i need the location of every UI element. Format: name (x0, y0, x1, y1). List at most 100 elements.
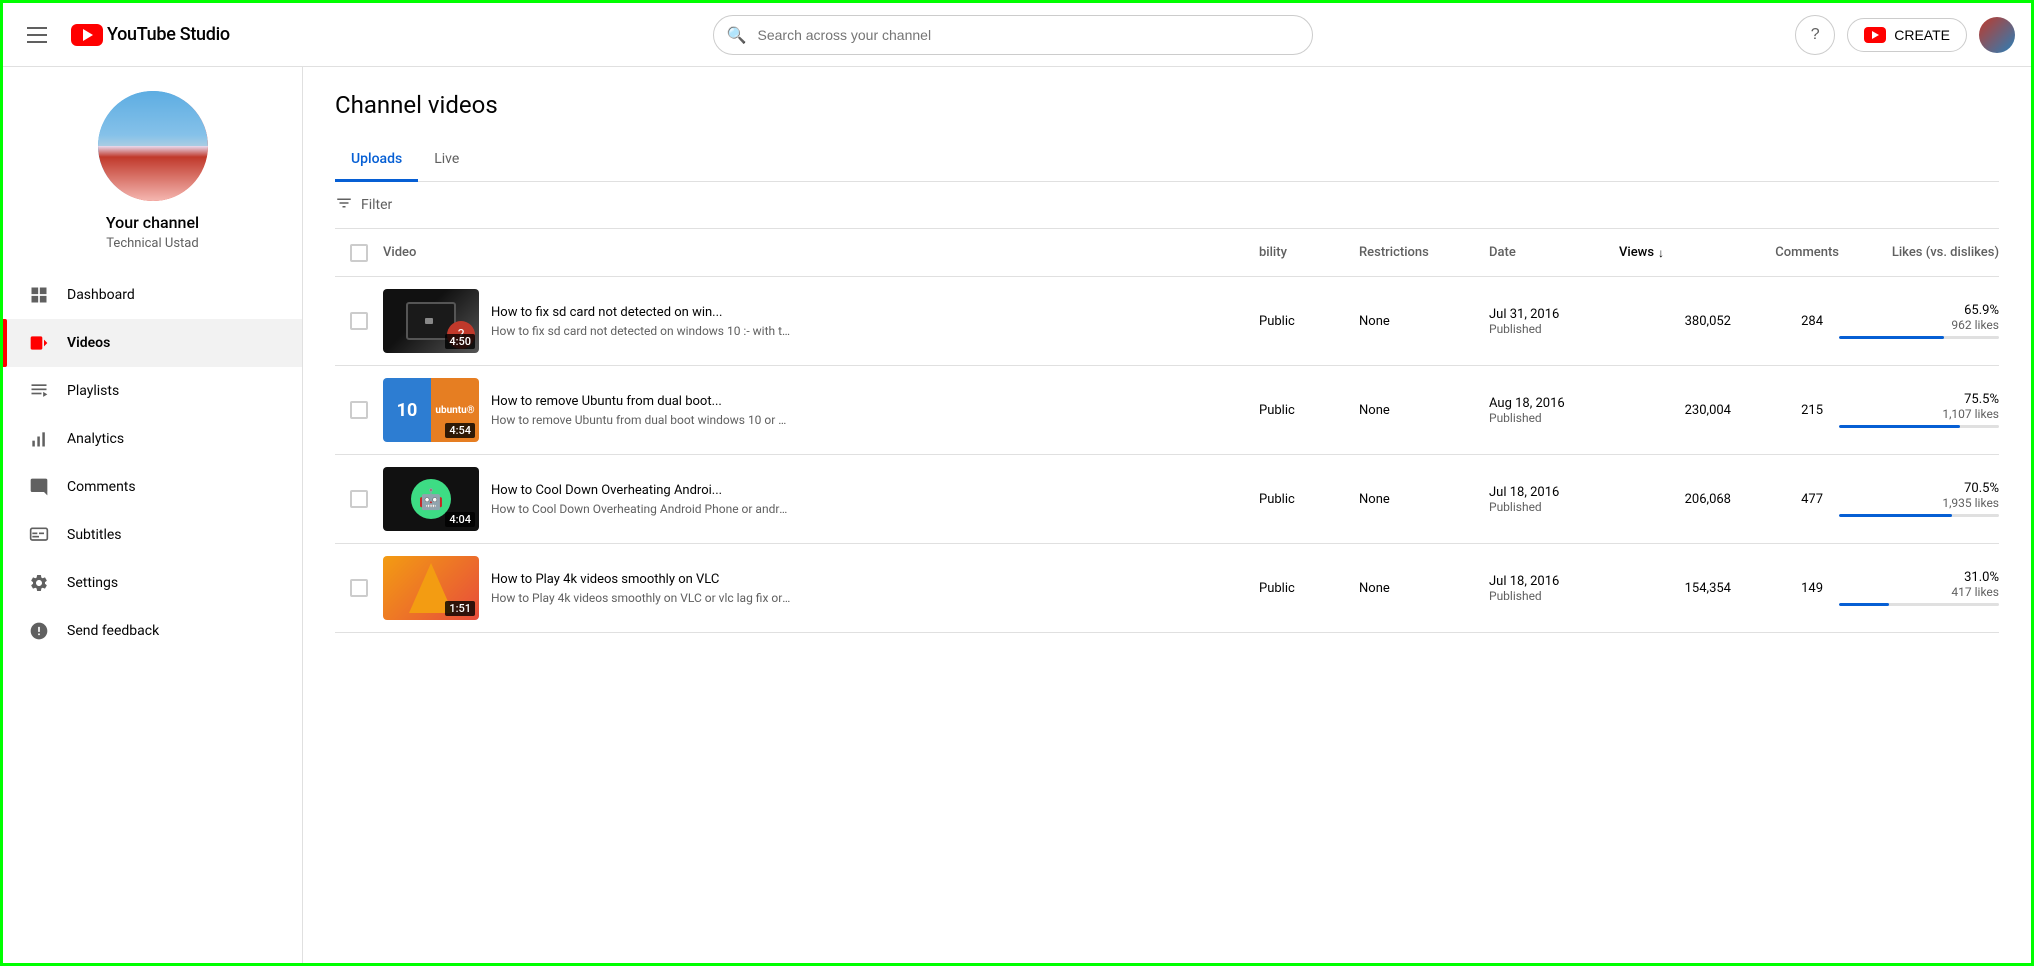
feedback-icon (27, 619, 51, 643)
sort-arrow-icon: ↓ (1658, 246, 1664, 260)
duration-badge: 1:51 (445, 601, 475, 616)
videos-icon (27, 331, 51, 355)
restrictions-cell: None (1359, 403, 1489, 418)
likes-fill (1839, 603, 1889, 606)
search-bar: 🔍 (230, 15, 1795, 55)
date-cell: Jul 18, 2016 Published (1489, 574, 1619, 603)
top-nav: YouTube Studio 🔍 ? CREATE (3, 3, 2031, 67)
row-checkbox-1[interactable] (350, 312, 368, 330)
sidebar-item-analytics[interactable]: Analytics (3, 415, 302, 463)
subtitles-icon (27, 523, 51, 547)
video-info: How to Play 4k videos smoothly on VLC Ho… (491, 572, 1259, 605)
comments-cell: 284 (1739, 314, 1839, 329)
views-cell: 230,004 (1619, 403, 1739, 418)
likes-cell: 65.9% 962 likes (1839, 303, 1999, 339)
date-main: Jul 18, 2016 (1489, 485, 1619, 500)
duration-badge: 4:50 (445, 334, 475, 349)
date-status: Published (1489, 589, 1619, 603)
row-checkbox-col (335, 401, 383, 419)
comments-cell: 215 (1739, 403, 1839, 418)
studio-label: YouTube Studio (107, 24, 230, 45)
header-likes: Likes (vs. dislikes) (1839, 245, 1999, 260)
date-cell: Jul 31, 2016 Published (1489, 307, 1619, 336)
row-checkbox-2[interactable] (350, 401, 368, 419)
videos-label: Videos (67, 335, 110, 351)
create-video-icon (1864, 27, 1886, 43)
logo: YouTube Studio (71, 24, 230, 46)
likes-cell: 70.5% 1,935 likes (1839, 481, 1999, 517)
likes-cell: 31.0% 417 likes (1839, 570, 1999, 606)
sidebar-item-playlists[interactable]: Playlists (3, 367, 302, 415)
date-cell: Jul 18, 2016 Published (1489, 485, 1619, 514)
create-label: CREATE (1894, 27, 1950, 43)
video-description: How to remove Ubuntu from dual boot wind… (491, 413, 791, 427)
comments-label: Comments (67, 479, 136, 495)
likes-percentage: 75.5% (1839, 392, 1999, 407)
nav-right: ? CREATE (1795, 15, 2015, 55)
tab-uploads[interactable]: Uploads (335, 139, 418, 182)
video-description: How to Cool Down Overheating Android Pho… (491, 502, 791, 516)
likes-bar (1839, 603, 1999, 606)
row-checkbox-col (335, 490, 383, 508)
comments-cell: 149 (1739, 581, 1839, 596)
thumbnail-wrap: 1:51 (383, 556, 479, 620)
likes-percentage: 65.9% (1839, 303, 1999, 318)
views-cell: 154,354 (1619, 581, 1739, 596)
select-all-checkbox[interactable] (350, 244, 368, 262)
visibility-cell: Public (1259, 314, 1359, 329)
filter-label: Filter (361, 197, 392, 213)
date-status: Published (1489, 411, 1619, 425)
video-title: How to Cool Down Overheating Androi... (491, 483, 791, 498)
main-content: Channel videos Uploads Live Filter Video… (303, 67, 2031, 963)
video-info: How to remove Ubuntu from dual boot... H… (491, 394, 1259, 427)
visibility-cell: Public (1259, 403, 1359, 418)
sidebar-item-comments[interactable]: Comments (3, 463, 302, 511)
comments-icon (27, 475, 51, 499)
help-button[interactable]: ? (1795, 15, 1835, 55)
analytics-label: Analytics (67, 431, 124, 447)
restrictions-cell: None (1359, 314, 1489, 329)
video-list: ? 4:50 How to fix sd card not detected o… (335, 277, 1999, 633)
restrictions-cell: None (1359, 492, 1489, 507)
nav-left: YouTube Studio (19, 19, 230, 51)
date-status: Published (1489, 322, 1619, 336)
channel-avatar[interactable] (98, 91, 208, 201)
duration-badge: 4:54 (445, 423, 475, 438)
hamburger-menu[interactable] (19, 19, 55, 51)
sidebar: Your channel Technical Ustad Dashboard V… (3, 67, 303, 963)
user-avatar[interactable] (1979, 17, 2015, 53)
sidebar-item-feedback[interactable]: Send feedback (3, 607, 302, 655)
header-date: Date (1489, 245, 1619, 260)
likes-count: 962 likes (1839, 318, 1999, 332)
analytics-icon (27, 427, 51, 451)
sidebar-item-videos[interactable]: Videos (3, 319, 302, 367)
video-cell: ? 4:50 How to fix sd card not detected o… (383, 289, 1259, 353)
row-checkbox-col (335, 579, 383, 597)
filter-icon (335, 194, 353, 216)
header-video: Video (383, 237, 1259, 268)
header-views[interactable]: Views ↓ (1619, 245, 1739, 260)
table-row: 🤖 4:04 How to Cool Down Overheating Andr… (335, 455, 1999, 544)
video-cell: 1:51 How to Play 4k videos smoothly on V… (383, 556, 1259, 620)
page-title: Channel videos (335, 91, 1999, 119)
likes-fill (1839, 336, 1944, 339)
row-checkbox-4[interactable] (350, 579, 368, 597)
header-visibility: bility (1259, 245, 1359, 260)
tab-live[interactable]: Live (418, 139, 475, 182)
channel-handle: Technical Ustad (106, 236, 198, 251)
search-input[interactable] (713, 15, 1313, 55)
create-button[interactable]: CREATE (1847, 18, 1967, 52)
thumbnail-wrap: 10 ubuntu® 4:54 (383, 378, 479, 442)
table-row: ? 4:50 How to fix sd card not detected o… (335, 277, 1999, 366)
date-status: Published (1489, 500, 1619, 514)
visibility-cell: Public (1259, 581, 1359, 596)
row-checkbox-3[interactable] (350, 490, 368, 508)
video-description: How to Play 4k videos smoothly on VLC or… (491, 591, 791, 605)
table-header: Video bility Restrictions Date Views ↓ C… (335, 229, 1999, 277)
sidebar-item-dashboard[interactable]: Dashboard (3, 271, 302, 319)
sidebar-item-subtitles[interactable]: Subtitles (3, 511, 302, 559)
row-checkbox-col (335, 312, 383, 330)
thumbnail-wrap: 🤖 4:04 (383, 467, 479, 531)
likes-fill (1839, 514, 1952, 517)
sidebar-item-settings[interactable]: Settings (3, 559, 302, 607)
